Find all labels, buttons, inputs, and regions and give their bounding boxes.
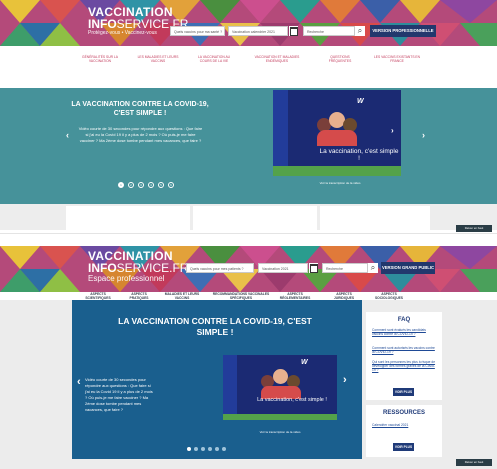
search-icon[interactable]: ⌕ — [355, 26, 365, 36]
keyword-search-input[interactable]: Recherche — [303, 26, 355, 36]
faq-item-1[interactable]: Comment sont évalués les candidats vacci… — [372, 328, 436, 336]
pro-header-banner: VACCINATION INFOSERVICE.FR Espace profes… — [0, 246, 497, 292]
carousel-dot-1[interactable]: 1 — [118, 182, 124, 188]
nav-item-juridiques[interactable]: ASPECTS JURIDIQUES — [328, 292, 360, 300]
public-main-nav: GÉNÉRALITÉS SUR LA VACCINATION LES MALAD… — [0, 46, 497, 88]
public-header-banner: VACCINATION INFOSERVICE.FR Protégez-vous… — [0, 0, 497, 46]
nav-item-cours-vie[interactable]: LA VACCINATION AU COURS DE LA VIE — [192, 55, 236, 63]
resources-panel: RESSOURCES Calendrier vaccinal 2021 VOIR… — [366, 405, 442, 457]
carousel-next-icon[interactable]: › — [343, 374, 347, 386]
nav-item-endemiques[interactable]: VACCINATION ET MALADIES ENDÉMIQUES — [252, 55, 302, 63]
video-caption: La vaccination, c'est simple ! — [257, 397, 327, 403]
carousel-dot-3[interactable] — [201, 447, 205, 451]
carousel-dot-5[interactable]: 5 — [158, 182, 164, 188]
carousel-dot-2[interactable]: 2 — [128, 182, 134, 188]
nav-item-generalites[interactable]: GÉNÉRALITÉS SUR LA VACCINATION — [78, 55, 122, 63]
hero-video-thumbnail[interactable]: W La vaccination, c'est simple ! › — [273, 90, 401, 176]
mosaic-background — [0, 0, 497, 46]
carousel-dot-6[interactable]: 6 — [168, 182, 174, 188]
carousel-dot-6[interactable] — [222, 447, 226, 451]
video-caption: La vaccination, c'est simple ! — [319, 148, 399, 162]
calendar-search-input[interactable]: Vaccination calendrier 2021 — [228, 26, 288, 36]
nav-item-questions[interactable]: QUESTIONS FRÉQUENTES — [320, 55, 360, 63]
video-bottom-band — [223, 414, 337, 420]
carousel-next-icon[interactable]: › — [422, 130, 425, 140]
resources-see-more-button[interactable]: VOIR PLUS — [393, 443, 414, 451]
nav-item-reglementaires[interactable]: ASPECTS RÉGLEMENTAIRES — [278, 292, 312, 300]
carousel-dot-5[interactable] — [215, 447, 219, 451]
question-search-input[interactable]: Quels vaccins pour ma santé ? — [170, 26, 225, 36]
logo-light: SERVICE.FR — [116, 261, 189, 275]
patients-search-input[interactable]: Quels vaccins pour mes patients ? — [186, 263, 254, 273]
content-card-2[interactable] — [193, 206, 317, 230]
calendar-icon[interactable] — [289, 26, 298, 36]
site-logo-pro[interactable]: VACCINATION INFOSERVICE.FR Espace profes… — [88, 250, 188, 283]
nav-item-maladies[interactable]: MALADIES ET LEURS VACCINS — [164, 292, 200, 300]
video-brand-logo: W — [357, 98, 364, 105]
keyword-search-input[interactable]: Recherche — [322, 263, 368, 273]
hero-description: Vidéo courte de 30 secondes pour répondr… — [78, 126, 203, 143]
video-transcript-link[interactable]: Voir la transcription de la vidéo — [245, 430, 315, 434]
calendar-icon[interactable] — [309, 263, 318, 273]
faq-item-2[interactable]: Comment sont autorisés les vaccins contr… — [372, 346, 436, 354]
pro-main-nav: ASPECTS SCIENTIFIQUES ASPECTS PRATIQUES … — [0, 292, 497, 300]
faq-title: FAQ — [397, 317, 411, 323]
nav-item-recommandations[interactable]: RECOMMANDATIONS VACCINALES SPÉCIFIQUES — [212, 292, 270, 300]
calendar-search-input[interactable]: Vaccination 2021 — [258, 263, 308, 273]
faq-panel: FAQ Comment sont évalués les candidats v… — [366, 312, 442, 400]
content-card-1[interactable] — [66, 206, 190, 230]
video-people-illustration — [317, 112, 357, 146]
nav-item-scientifiques[interactable]: ASPECTS SCIENTIFIQUES — [82, 292, 114, 300]
video-side-bar — [273, 90, 289, 176]
carousel-dot-4[interactable]: 4 — [148, 182, 154, 188]
hero-title: LA VACCINATION CONTRE LA COVID-19, C'EST… — [71, 101, 209, 117]
video-people-illustration — [261, 369, 301, 399]
search-icon[interactable]: ⌕ — [368, 263, 378, 273]
back-to-top-button[interactable]: Retour en haut — [456, 225, 492, 232]
faq-item-3[interactable]: Qui sont les personnes les plus à risque… — [372, 360, 436, 373]
video-brand-logo: W — [301, 359, 308, 366]
carousel-prev-icon[interactable]: ‹ — [77, 376, 81, 388]
screens-divider — [0, 233, 497, 234]
pro-hero-description: Vidéo courte de 30 secondes pour répondr… — [85, 377, 153, 412]
video-transcript-link[interactable]: Voir la transcription de la vidéo — [305, 181, 375, 185]
carousel-prev-icon[interactable]: ‹ — [66, 130, 69, 140]
pro-hero-title: LA VACCINATION CONTRE LA COVID-19, C'EST… — [118, 316, 312, 337]
video-play-icon[interactable]: › — [391, 126, 394, 135]
carousel-dot-4[interactable] — [208, 447, 212, 451]
video-bottom-band — [273, 166, 401, 176]
nav-item-pratiques[interactable]: ASPECTS PRATIQUES — [124, 292, 154, 300]
logo-tagline-pro: Espace professionnel — [88, 274, 165, 283]
back-to-top-button[interactable]: Retour en haut — [456, 459, 492, 466]
logo-line2: INFOSERVICE.FR — [88, 262, 188, 274]
video-side-bar — [223, 355, 237, 420]
nav-item-sociologiques[interactable]: ASPECTS SOCIOLOGIQUES — [372, 292, 406, 300]
nav-item-maladies[interactable]: LES MALADIES ET LEURS VACCINS — [136, 55, 180, 63]
faq-see-more-button[interactable]: VOIR PLUS — [393, 388, 414, 396]
resources-title: RESSOURCES — [382, 410, 425, 416]
pro-hero-video-thumbnail[interactable]: W La vaccination, c'est simple ! — [223, 355, 337, 420]
content-card-3[interactable] — [320, 206, 430, 230]
carousel-dot-1[interactable] — [187, 447, 191, 451]
logo-bold: INFO — [88, 261, 117, 275]
carousel-dot-3[interactable]: 3 — [138, 182, 144, 188]
logo-bold: INFO — [88, 17, 117, 31]
resources-item-1[interactable]: Calendrier vaccinal 2021 — [372, 423, 436, 427]
carousel-dot-2[interactable] — [194, 447, 198, 451]
pro-version-button[interactable]: VERSION PROFESSIONNELLE — [370, 25, 436, 37]
public-version-button[interactable]: VERSION GRAND PUBLIC — [381, 262, 435, 274]
nav-item-vaccins-existants[interactable]: LES VACCINS EXISTANTS EN FRANCE — [372, 55, 422, 63]
